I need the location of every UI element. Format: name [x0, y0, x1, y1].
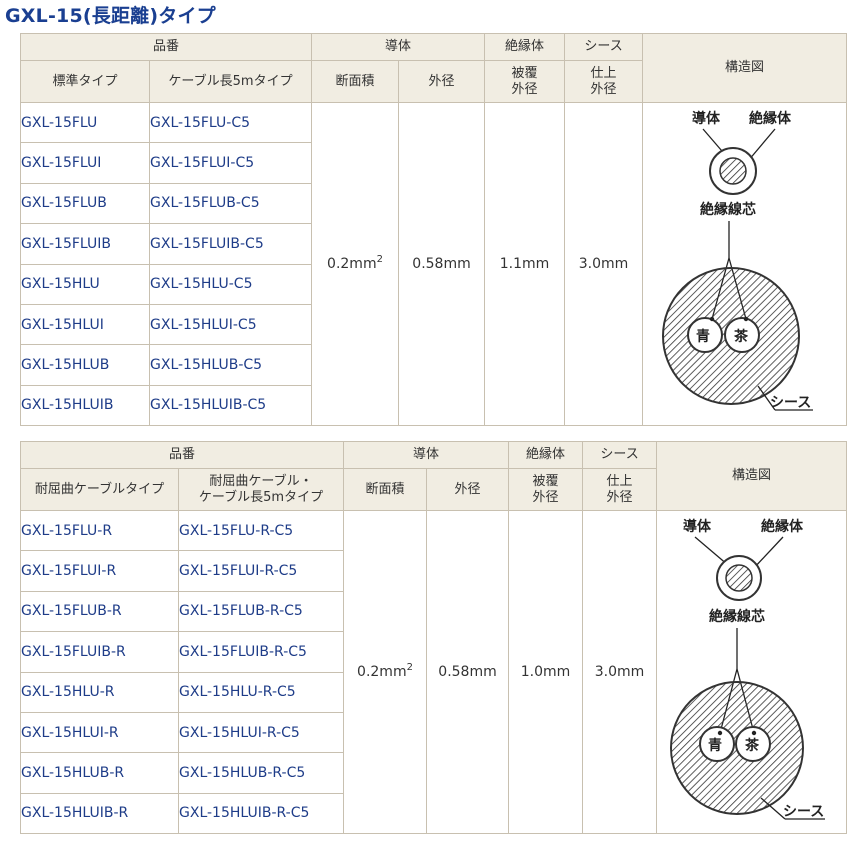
diagram-insulator-label: 絶縁体: [749, 110, 792, 127]
diagram-brown-label: 茶: [733, 328, 749, 345]
diagram-conductor-label: 導体: [683, 518, 712, 535]
structure-diagram-cell: 導体 絶縁体 絶縁線芯 青 茶 シース: [642, 102, 848, 426]
part-number-link[interactable]: GXL-15FLU: [20, 101, 150, 144]
finish-od-value: 3.0mm: [582, 510, 658, 834]
header-5m-type: ケーブル長5mタイプ: [148, 60, 313, 103]
part-number-link[interactable]: GXL-15FLUI-R-C5: [177, 550, 345, 592]
part-number-link[interactable]: GXL-15FLU-C5: [148, 101, 313, 144]
header-insulator: 絶縁体: [484, 33, 566, 61]
header-finish-od: 仕上 外径: [582, 468, 658, 511]
page-title: GXL-15(長距離)タイプ: [5, 5, 216, 27]
part-number-link[interactable]: GXL-15HLUB-R: [20, 752, 179, 794]
leader-dot: [709, 316, 715, 322]
part-number-link[interactable]: GXL-15FLUIB-R-C5: [177, 631, 345, 673]
header-od: 外径: [426, 468, 510, 511]
diagram-core-label: 絶縁線芯: [700, 201, 756, 218]
od-value: 0.58mm: [398, 102, 486, 426]
leader-line: [752, 536, 784, 570]
core-conductor-circle: [719, 157, 747, 185]
diagram-conductor-label: 導体: [692, 110, 721, 127]
structure-diagram-cell: 導体 絶縁体 絶縁線芯 青 茶 シース: [656, 510, 848, 834]
part-number-link[interactable]: GXL-15HLUB-C5: [148, 344, 313, 386]
part-number-link[interactable]: GXL-15HLU: [20, 263, 150, 305]
part-number-link[interactable]: GXL-15HLUI-R-C5: [177, 711, 345, 754]
table-row: GXL-15FLU-R GXL-15FLU-R-C5 0.2mm2 0.58mm…: [20, 509, 848, 834]
part-number-link[interactable]: GXL-15FLUIB-R: [20, 631, 179, 673]
part-number-link[interactable]: GXL-15HLUI-R: [20, 711, 179, 754]
header-finish-od: 仕上 外径: [564, 60, 644, 103]
header-area: 断面積: [343, 468, 428, 511]
part-number-link[interactable]: GXL-15HLUIB-R: [20, 792, 179, 835]
diagram-core-label: 絶縁線芯: [709, 608, 765, 625]
part-number-link[interactable]: GXL-15HLUIB-R-C5: [177, 792, 345, 835]
spec-table-flex: 品番 導体 絶縁体 シース 構造図 耐屈曲ケーブルタイプ 耐屈曲ケーブル・ ケー…: [19, 441, 848, 835]
area-text: 0.2mm: [327, 256, 377, 272]
od-value: 0.58mm: [426, 510, 510, 834]
part-number-link[interactable]: GXL-15HLU-R: [20, 671, 179, 713]
header-part-no: 品番: [19, 441, 345, 469]
header-structure: 構造図: [656, 441, 848, 511]
leader-dot: [751, 730, 757, 736]
header-sheath: シース: [564, 33, 644, 61]
header-flex-type: 耐屈曲ケーブルタイプ: [20, 468, 179, 511]
part-number-link[interactable]: GXL-15FLUB-C5: [148, 182, 313, 225]
cable-structure-diagram: 導体 絶縁体 絶縁線芯 青 茶 シース: [662, 110, 814, 411]
diagram-insulator-label: 絶縁体: [761, 518, 804, 535]
leader-dot: [717, 730, 723, 736]
part-number-link[interactable]: GXL-15FLU-R: [20, 509, 179, 552]
part-number-link[interactable]: GXL-15FLU-R-C5: [177, 509, 345, 552]
part-number-link[interactable]: GXL-15FLUIB: [20, 223, 150, 265]
header-part-no: 品番: [19, 33, 313, 61]
part-number-link[interactable]: GXL-15HLU-R-C5: [177, 671, 345, 713]
part-number-link[interactable]: GXL-15HLUIB-C5: [148, 384, 313, 427]
spec-table-standard: 品番 導体 絶縁体 シース 構造図 標準タイプ ケーブル長5mタイプ 断面積 外…: [19, 33, 848, 427]
area-superscript: 2: [406, 662, 413, 673]
header-sheath: シース: [582, 441, 658, 469]
header-area: 断面積: [311, 60, 400, 103]
area-superscript: 2: [376, 254, 383, 265]
coating-od-value: 1.1mm: [484, 102, 566, 426]
finish-od-value: 3.0mm: [564, 102, 644, 426]
coating-od-value: 1.0mm: [508, 510, 584, 834]
diagram-blue-label: 青: [708, 737, 722, 754]
part-number-link[interactable]: GXL-15FLUIB-C5: [148, 223, 313, 265]
leader-line: [747, 128, 776, 162]
part-number-link[interactable]: GXL-15HLUI: [20, 303, 150, 346]
diagram-blue-label: 青: [696, 328, 710, 345]
header-flex-5m-type: 耐屈曲ケーブル・ ケーブル長5mタイプ: [177, 468, 345, 511]
part-number-link[interactable]: GXL-15FLUI-R: [20, 550, 179, 592]
table-row: GXL-15FLU GXL-15FLU-C5 0.2mm2 0.58mm 1.1…: [20, 101, 848, 426]
diagram-brown-label: 茶: [744, 737, 760, 754]
header-structure: 構造図: [642, 33, 848, 103]
part-number-link[interactable]: GXL-15FLUI-C5: [148, 142, 313, 184]
part-number-link[interactable]: GXL-15HLUI-C5: [148, 303, 313, 346]
header-conductor: 導体: [311, 33, 486, 61]
header-insulator: 絶縁体: [508, 441, 584, 469]
header-standard-type: 標準タイプ: [20, 60, 150, 103]
part-number-link[interactable]: GXL-15HLUB-R-C5: [177, 752, 345, 794]
diagram-sheath-label: シース: [770, 395, 811, 411]
area-value: 0.2mm2: [311, 102, 400, 426]
part-number-link[interactable]: GXL-15FLUI: [20, 142, 150, 184]
leader-dot: [743, 316, 749, 322]
part-number-link[interactable]: GXL-15HLUIB: [20, 384, 150, 427]
part-number-link[interactable]: GXL-15HLU-C5: [148, 263, 313, 305]
diagram-sheath-label: シース: [783, 804, 824, 820]
area-text: 0.2mm: [357, 664, 407, 680]
cable-structure-diagram: 導体 絶縁体 絶縁線芯 青 茶 シース: [670, 518, 826, 820]
part-number-link[interactable]: GXL-15HLUB: [20, 344, 150, 386]
area-value: 0.2mm2: [343, 510, 428, 834]
header-coating-od: 被覆 外径: [508, 468, 584, 511]
core-conductor-circle: [725, 564, 753, 592]
part-number-link[interactable]: GXL-15FLUB-R: [20, 590, 179, 633]
header-coating-od: 被覆 外径: [484, 60, 566, 103]
part-number-link[interactable]: GXL-15FLUB-R-C5: [177, 590, 345, 633]
part-number-link[interactable]: GXL-15FLUB: [20, 182, 150, 225]
header-conductor: 導体: [343, 441, 510, 469]
header-od: 外径: [398, 60, 486, 103]
